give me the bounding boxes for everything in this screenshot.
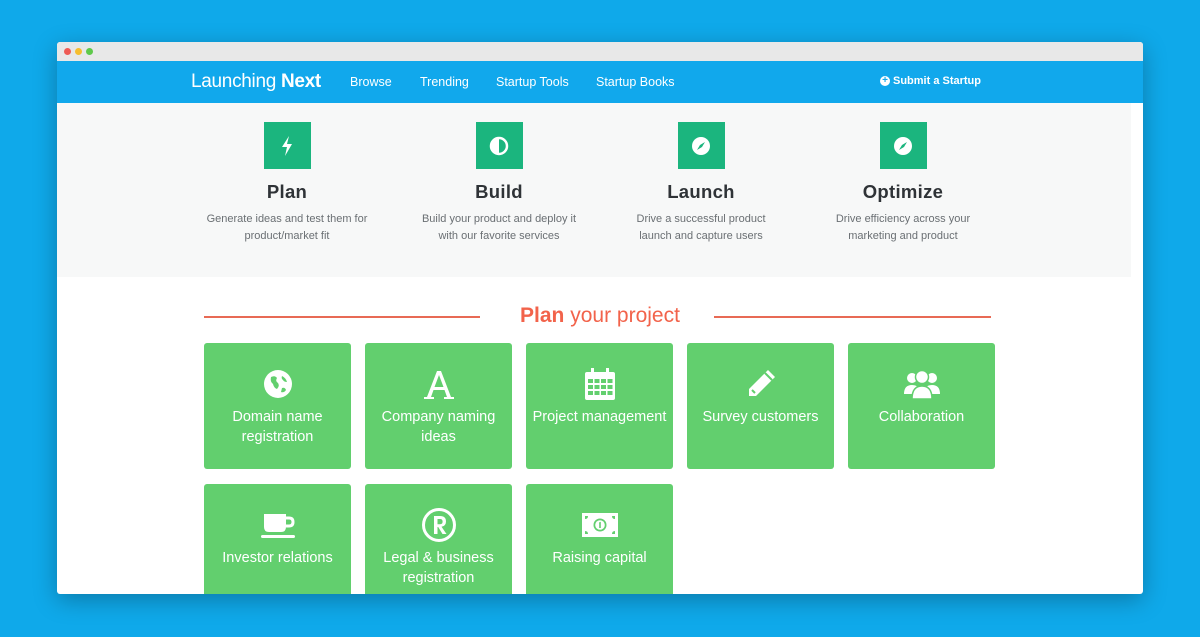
- phase-title: Build: [475, 181, 523, 202]
- font-icon: [365, 364, 512, 404]
- phase-title: Launch: [667, 181, 735, 202]
- logo-bold-text: Next: [280, 71, 321, 92]
- phase-plan[interactable]: Plan Generate ideas and test them for pro…: [187, 122, 387, 245]
- tile-label-line: registration: [241, 429, 314, 445]
- submit-startup-label: Submit a Startup: [892, 75, 981, 87]
- tile-label-line: Domain name: [232, 409, 323, 425]
- plus-circle-icon: +: [879, 76, 890, 86]
- tile-label-line: registration: [402, 570, 475, 586]
- tile-label: Legal & business registration: [365, 548, 512, 588]
- phase-description: Build your product and deploy it with our…: [399, 211, 599, 245]
- phase-description: Drive a successful product launch and cap…: [601, 211, 801, 245]
- site-logo[interactable]: Launching Next: [191, 71, 321, 93]
- window-chrome: [57, 42, 1143, 61]
- top-navbar: Launching Next Browse Trending Startup T…: [57, 61, 1143, 103]
- phase-build[interactable]: Build Build your product and deploy it wi…: [399, 122, 599, 245]
- phase-description: Drive efficiency across your marketing an…: [803, 211, 1003, 245]
- tile-label-line: ideas: [421, 429, 456, 445]
- calendar-icon: [526, 364, 673, 404]
- half-circle-icon: [475, 122, 523, 169]
- phases-section: Plan Generate ideas and test them for pro…: [57, 103, 1131, 277]
- nav-link-startup-tools[interactable]: Startup Tools: [496, 75, 569, 89]
- tile-label: Raising capital: [526, 548, 673, 568]
- compass-icon: [879, 122, 927, 169]
- tile-label-line: Collaboration: [878, 409, 965, 425]
- phase-title: Optimize: [862, 181, 944, 202]
- registered-icon: [365, 505, 512, 545]
- tile-domain-name-registration[interactable]: Domain name registration: [204, 343, 351, 469]
- tile-label: Domain name registration: [204, 407, 351, 447]
- minimize-window-dot[interactable]: [75, 48, 82, 55]
- phase-title: Plan: [266, 181, 308, 202]
- tile-raising-capital[interactable]: Raising capital: [526, 484, 673, 594]
- tile-label: Collaboration: [848, 407, 995, 427]
- nav-link-trending[interactable]: Trending: [420, 75, 469, 89]
- close-window-dot[interactable]: [64, 48, 71, 55]
- tile-label-line: Survey customers: [702, 409, 819, 425]
- section-rule-right: [714, 316, 991, 318]
- phase-desc-line: with our favorite services: [438, 230, 560, 242]
- phase-desc-line: Drive efficiency across your: [835, 213, 971, 225]
- phase-desc-line: Build your product and deploy it: [421, 213, 577, 225]
- tile-label: Project management: [526, 407, 673, 427]
- phase-desc-line: product/market fit: [244, 230, 330, 242]
- pencil-icon: [687, 364, 834, 404]
- phase-description: Generate ideas and test them for product/…: [187, 211, 387, 245]
- logo-light-text: Launching: [191, 71, 281, 92]
- tile-collaboration[interactable]: Collaboration: [848, 343, 995, 469]
- nav-link-browse[interactable]: Browse: [350, 75, 392, 89]
- tile-label-line: Project management: [532, 409, 667, 425]
- phase-desc-line: launch and capture users: [639, 230, 763, 242]
- scrollbar-edge: [1131, 103, 1143, 144]
- tile-label-line: Company naming: [381, 409, 496, 425]
- phase-optimize[interactable]: Optimize Drive efficiency across your mar…: [803, 122, 1003, 245]
- tile-investor-relations[interactable]: Investor relations: [204, 484, 351, 594]
- phase-desc-line: marketing and product: [848, 230, 958, 242]
- bolt-icon: [263, 122, 311, 169]
- tile-label: Survey customers: [687, 407, 834, 427]
- tile-label-line: Raising capital: [552, 550, 647, 566]
- money-icon: [526, 505, 673, 545]
- phase-desc-line: Drive a successful product: [636, 213, 766, 225]
- tile-label: Investor relations: [204, 548, 351, 568]
- globe-icon: [204, 364, 351, 404]
- compass-icon: [677, 122, 725, 169]
- tile-project-management[interactable]: Project management: [526, 343, 673, 469]
- browser-window: Launching Next Browse Trending Startup T…: [57, 42, 1143, 594]
- section-heading-strong: Plan: [520, 304, 565, 327]
- maximize-window-dot[interactable]: [86, 48, 93, 55]
- nav-link-startup-books[interactable]: Startup Books: [596, 75, 675, 89]
- tile-label-line: Investor relations: [222, 550, 333, 566]
- tile-label-line: Legal & business: [383, 550, 494, 566]
- users-icon: [848, 364, 995, 404]
- section-heading-rest: your project: [564, 304, 680, 327]
- coffee-cup-icon: [204, 505, 351, 545]
- tile-legal-business-registration[interactable]: Legal & business registration: [365, 484, 512, 594]
- tile-survey-customers[interactable]: Survey customers: [687, 343, 834, 469]
- tile-label: Company naming ideas: [365, 407, 512, 447]
- phase-desc-line: Generate ideas and test them for: [206, 213, 368, 225]
- phase-launch[interactable]: Launch Drive a successful product launch …: [601, 122, 801, 245]
- tile-company-naming-ideas[interactable]: Company naming ideas: [365, 343, 512, 469]
- submit-startup-button[interactable]: + Submit a Startup: [879, 75, 981, 87]
